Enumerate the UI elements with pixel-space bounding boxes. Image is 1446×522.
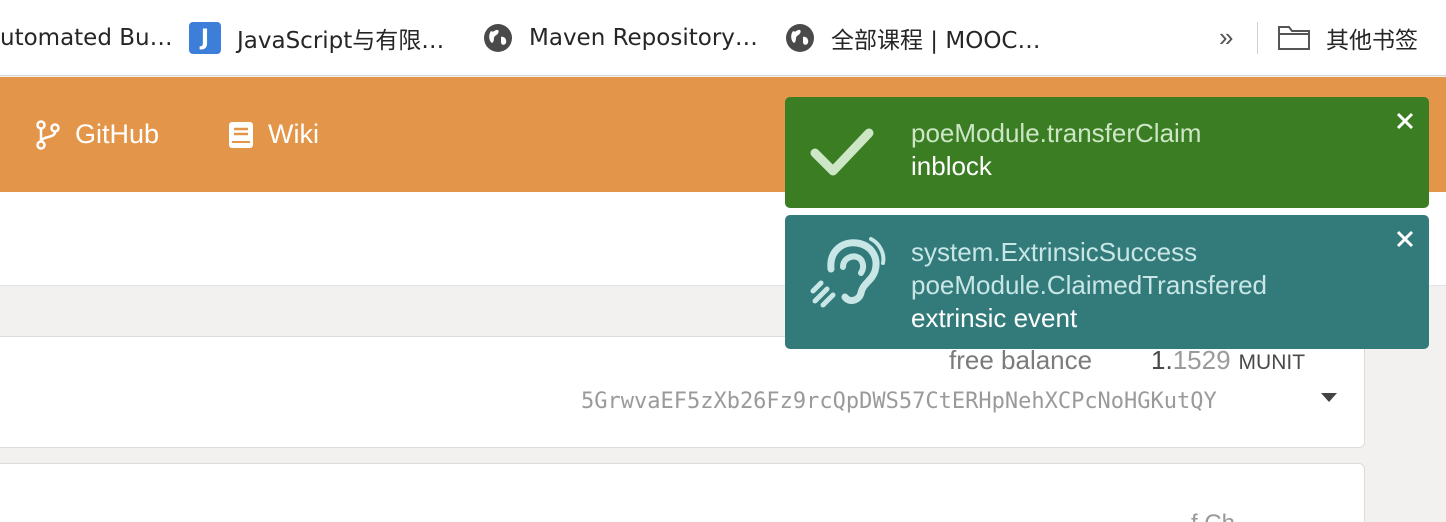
toast-event-system: system.ExtrinsicSuccess — [911, 237, 1198, 267]
toast-event-status: extrinsic event — [911, 303, 1078, 333]
free-balance-value: 1.1529 MUNIT — [1151, 345, 1305, 376]
github-link-label: GitHub — [75, 119, 160, 149]
toast-success: poeModule.transferClaim inblock — [785, 97, 1429, 208]
toast-method: poeModule.transferClaim — [911, 118, 1202, 148]
bookmark-label: 全部课程 | MOOC… — [831, 28, 1041, 54]
bookmarks-overflow-button[interactable]: » — [1219, 22, 1233, 53]
bookmark-javascript[interactable]: J JavaScript与有限… — [189, 0, 444, 76]
wiki-link-label: Wiki — [268, 119, 319, 149]
bookmarks-bar: utomated Bu… J JavaScript与有限… Maven Repo… — [0, 0, 1446, 76]
chevron-down-icon[interactable] — [1321, 393, 1337, 402]
bookmark-maven[interactable]: Maven Repository… — [483, 0, 758, 76]
next-card-peek: f Ch... — [1191, 510, 1255, 522]
globe-icon — [484, 24, 512, 52]
bookmark-automated[interactable]: utomated Bu… — [0, 0, 173, 76]
git-branch-icon — [36, 119, 60, 150]
close-icon[interactable] — [1395, 229, 1415, 249]
next-card: f Ch... — [0, 463, 1365, 522]
javascript-j-icon: J — [189, 22, 221, 54]
bookmark-mooc[interactable]: 全部课程 | MOOC… — [785, 0, 1040, 76]
account-address[interactable]: 5GrwvaEF5zXb26Fz9rcQpDWS57CtERHpNehXCPcN… — [581, 389, 1217, 414]
free-balance-label: free balance — [949, 345, 1093, 375]
ear-icon — [810, 237, 886, 308]
globe-icon — [786, 24, 814, 52]
other-bookmarks-folder[interactable]: 其他书签 — [1278, 0, 1418, 76]
checkmark-icon — [810, 128, 874, 176]
toast-event-module: poeModule.ClaimedTransfered — [911, 270, 1268, 300]
bookmark-label: JavaScript与有限… — [237, 28, 445, 54]
balance-decimal: 1529 — [1172, 345, 1231, 375]
close-icon[interactable] — [1395, 111, 1415, 131]
wiki-link[interactable]: Wiki — [228, 77, 319, 192]
toast-event: system.ExtrinsicSuccess poeModule.Claime… — [785, 215, 1429, 349]
bookmarks-divider — [1257, 22, 1258, 54]
bookmark-label: utomated Bu… — [0, 25, 173, 51]
bookmark-label: Maven Repository… — [529, 25, 758, 51]
balance-unit: MUNIT — [1238, 351, 1306, 374]
book-icon — [229, 121, 253, 148]
github-link[interactable]: GitHub — [35, 77, 159, 192]
folder-icon — [1278, 26, 1310, 50]
account-card: free balance 1.1529 MUNIT 5GrwvaEF5zXb26F… — [0, 336, 1365, 448]
balance-integer: 1. — [1151, 345, 1173, 375]
bookmark-label: 其他书签 — [1326, 28, 1418, 54]
toast-status: inblock — [911, 151, 992, 181]
